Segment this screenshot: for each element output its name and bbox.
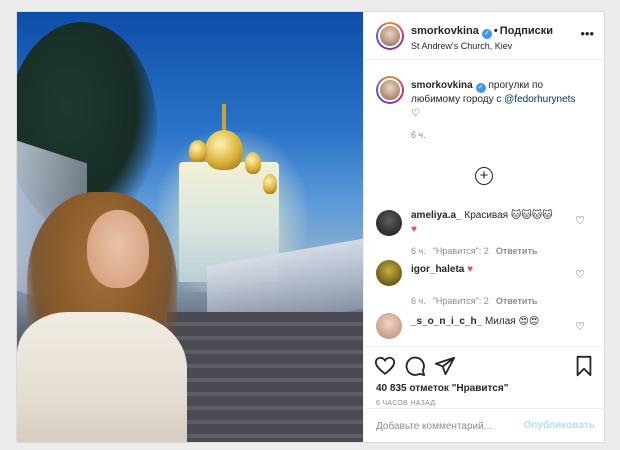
comment-username[interactable]: _s_o_n_i_c_h_ — [411, 316, 482, 327]
caption-avatar[interactable] — [376, 76, 404, 104]
load-more-icon[interactable]: + — [475, 167, 493, 185]
photo-church-dome — [263, 174, 277, 194]
caption-mention[interactable]: @fedorhurynets — [504, 94, 575, 105]
heart-icon[interactable] — [374, 355, 396, 377]
comment-time: 6 ч. — [411, 296, 426, 306]
comment-heart-emoji: ♥ — [411, 224, 417, 235]
comment-reply-button[interactable]: Ответить — [496, 296, 538, 306]
comment-body: Красивая — [464, 210, 509, 221]
author-header-line: smorkovkina ✓ • Подписки — [411, 25, 553, 39]
publish-button[interactable]: Опубликовать — [524, 420, 595, 431]
comment-likes[interactable]: "Нравится": 2 — [433, 296, 489, 306]
post-location[interactable]: St Andrew's Church, Kiev — [411, 41, 512, 51]
instagram-post: smorkovkina ✓ • Подписки St Andrew's Church… — [16, 11, 605, 443]
comment-text: _s_o_n_i_c_h_ Милая 😍😍 — [411, 315, 571, 329]
photo-church-spire — [222, 104, 226, 132]
comment-username[interactable]: igor_haleta — [411, 264, 464, 275]
comment-like-icon[interactable]: ♡ — [575, 214, 585, 227]
more-icon[interactable]: ••• — [580, 26, 594, 41]
comment-text: igor_haleta ♥ — [411, 263, 571, 277]
comment-avatar[interactable] — [376, 313, 402, 339]
photo-church-dome — [245, 152, 261, 174]
add-comment-bar: Опубликовать — [364, 408, 605, 442]
caption-username[interactable]: smorkovkina — [411, 80, 473, 91]
caption-text: smorkovkina ✓ прогулки по любимому городу… — [411, 79, 591, 121]
post-actions: 40 835 отметок "Нравится" 6 ЧАСОВ НАЗАД — [364, 346, 605, 408]
post-time-ago: 6 ЧАСОВ НАЗАД — [376, 400, 436, 407]
comment-avatar[interactable] — [376, 260, 402, 286]
photo-person-face — [87, 210, 149, 288]
comments-list[interactable]: smorkovkina ✓ прогулки по любимому городу… — [364, 60, 605, 350]
share-icon[interactable] — [434, 355, 456, 377]
photo-church-dome — [189, 140, 207, 162]
comment-like-icon[interactable]: ♡ — [575, 268, 585, 281]
photo-stairs — [167, 312, 363, 442]
follow-button[interactable]: Подписки — [500, 25, 553, 37]
separator-dot: • — [493, 25, 498, 37]
caption-time: 6 ч. — [411, 130, 426, 140]
comment-emoji: 🐱🐱🐱🐱 — [510, 210, 553, 221]
comment-icon[interactable] — [404, 355, 426, 377]
comment-likes[interactable]: "Нравится": 2 — [433, 246, 489, 256]
comment-heart-emoji: ♥ — [467, 264, 474, 275]
comment-meta: 6 ч. "Нравится": 2 Ответить — [411, 246, 544, 256]
comment-time: 6 ч. — [411, 246, 426, 256]
comment-text: ameliya.a_ Красивая 🐱🐱🐱🐱 ♥ — [411, 209, 571, 237]
comment-like-icon[interactable]: ♡ — [575, 320, 585, 333]
author-username[interactable]: smorkovkina — [411, 25, 479, 37]
verified-icon: ✓ — [481, 29, 492, 39]
comment-input[interactable] — [376, 417, 526, 435]
comment-username[interactable]: ameliya.a_ — [411, 210, 462, 221]
post-caption: smorkovkina ✓ прогулки по любимому городу… — [364, 60, 605, 152]
comment-meta: 6 ч. "Нравится": 2 Ответить — [411, 296, 544, 306]
comment-emoji: 😍😍 — [518, 316, 540, 327]
post-side-panel: smorkovkina ✓ • Подписки St Andrew's Church… — [363, 12, 605, 442]
photo-person-dress — [17, 312, 187, 442]
verified-icon: ✓ — [475, 83, 486, 93]
author-avatar[interactable] — [376, 22, 404, 50]
comment-body: Милая — [484, 316, 516, 327]
post-photo[interactable] — [17, 12, 363, 442]
caption-heart-emoji: ♡ — [411, 108, 420, 119]
photo-church-dome — [205, 130, 243, 170]
post-header: smorkovkina ✓ • Подписки St Andrew's Church… — [364, 12, 604, 60]
likes-count[interactable]: 40 835 отметок "Нравится" — [376, 383, 508, 394]
comment-reply-button[interactable]: Ответить — [496, 246, 538, 256]
bookmark-icon[interactable] — [573, 355, 595, 377]
comment-avatar[interactable] — [376, 210, 402, 236]
